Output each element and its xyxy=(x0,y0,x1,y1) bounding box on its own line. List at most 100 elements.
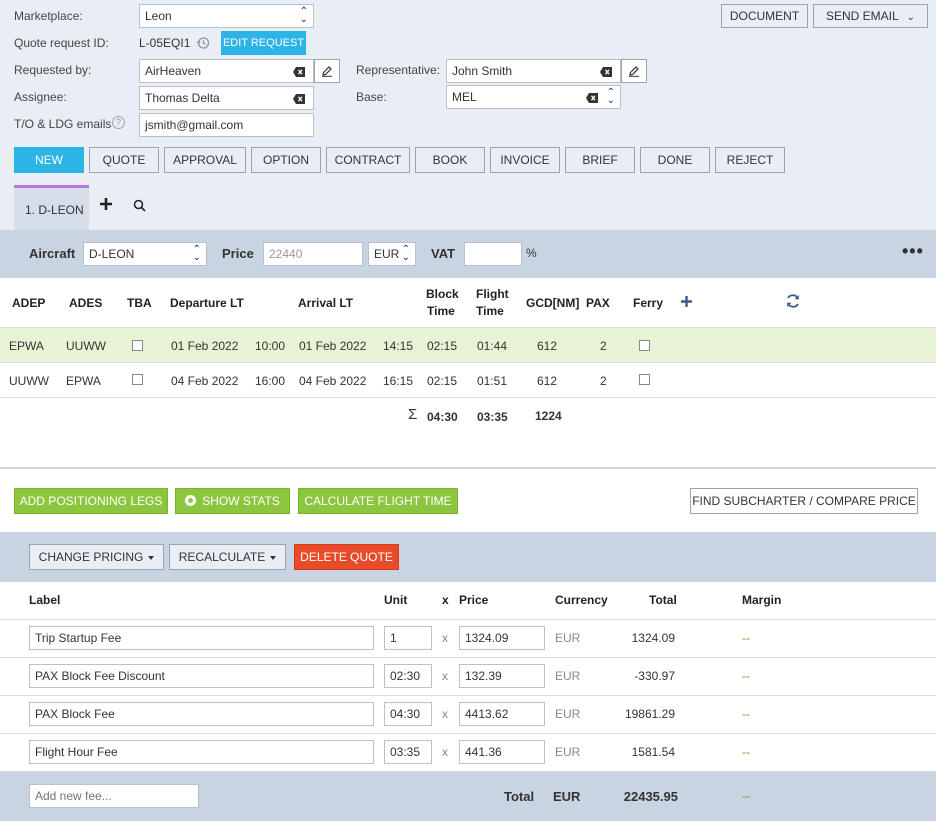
edit-representative-button[interactable] xyxy=(621,59,647,83)
base-select[interactable]: MEL ⌃ ⌄ xyxy=(446,85,621,109)
representative-field[interactable]: John Smith xyxy=(446,59,621,83)
send-email-label: SEND EMAIL xyxy=(826,9,899,23)
select-arrows-icon: ⌃ ⌄ xyxy=(606,87,615,106)
status-approval-button[interactable]: APPROVAL xyxy=(164,147,246,173)
tba-checkbox[interactable] xyxy=(132,374,143,385)
fee-col-currency: Currency xyxy=(555,593,608,607)
status-quote-button[interactable]: QUOTE xyxy=(89,147,159,173)
send-email-button[interactable]: SEND EMAIL ⌄ xyxy=(813,4,928,28)
ferry-checkbox[interactable] xyxy=(639,374,650,385)
sum-icon: Σ xyxy=(408,406,418,423)
select-arrows-icon: ⌃ ⌄ xyxy=(192,244,201,263)
help-icon[interactable]: ? xyxy=(112,116,125,129)
aircraft-select[interactable]: D-LEON ⌃ ⌄ xyxy=(83,242,207,266)
leg-arr-time: 16:15 xyxy=(383,374,414,388)
search-icon[interactable] xyxy=(133,199,146,215)
edit-requester-button[interactable] xyxy=(314,59,340,83)
price-label: Price xyxy=(222,246,254,261)
col-ferry: Ferry xyxy=(633,296,664,310)
recalculate-button[interactable]: RECALCULATE xyxy=(169,544,286,570)
edit-request-button[interactable]: EDIT REQUEST xyxy=(221,31,306,55)
fee-col-unit: Unit xyxy=(384,593,408,607)
caret-down-icon xyxy=(270,555,277,560)
refresh-icon[interactable] xyxy=(785,293,801,312)
leg-dep-date: 04 Feb 2022 xyxy=(171,374,239,388)
status-new-button[interactable]: NEW xyxy=(14,147,84,173)
fee-price-input[interactable]: 441.36 xyxy=(459,740,545,764)
add-positioning-legs-button[interactable]: ADD POSITIONING LEGS xyxy=(14,488,168,514)
more-options-icon[interactable]: ••• xyxy=(902,242,924,260)
footer-margin: -- xyxy=(742,789,750,803)
status-contract-button[interactable]: CONTRACT xyxy=(326,147,410,173)
tba-checkbox[interactable] xyxy=(132,340,143,351)
leg-row[interactable]: UUWW EPWA 04 Feb 2022 16:00 04 Feb 2022 … xyxy=(0,363,936,397)
tab-d-leon[interactable]: 1. D-LEON xyxy=(14,185,89,230)
show-stats-button[interactable]: SHOW STATS xyxy=(175,488,290,514)
leg-row[interactable]: EPWA UUWW 01 Feb 2022 10:00 01 Feb 2022 … xyxy=(0,328,936,362)
fee-currency: EUR xyxy=(555,631,581,645)
status-done-button[interactable]: DONE xyxy=(640,147,710,173)
col-departure: Departure LT xyxy=(170,296,244,310)
col-block-time-1: Block xyxy=(426,287,459,301)
fee-margin: -- xyxy=(742,707,750,721)
fee-price-input[interactable]: 132.39 xyxy=(459,664,545,688)
add-fee-input[interactable] xyxy=(29,784,199,808)
clear-icon[interactable] xyxy=(293,66,305,77)
history-icon[interactable] xyxy=(196,36,210,53)
fee-multiply: x xyxy=(442,669,448,683)
emails-label: T/O & LDG emails xyxy=(14,117,112,131)
emails-field[interactable]: jsmith@gmail.com xyxy=(139,113,314,137)
fee-row: PAX Block Fee Discount 02:30 x 132.39 EU… xyxy=(0,658,936,695)
col-tba: TBA xyxy=(127,296,152,310)
leg-arr-date: 01 Feb 2022 xyxy=(299,339,367,353)
ferry-checkbox[interactable] xyxy=(639,340,650,351)
status-book-button[interactable]: BOOK xyxy=(415,147,485,173)
marketplace-label: Marketplace: xyxy=(14,9,83,23)
add-tab-icon[interactable] xyxy=(99,197,113,214)
fee-label-input[interactable]: PAX Block Fee xyxy=(29,702,374,726)
marketplace-value: Leon xyxy=(145,9,172,23)
status-brief-button[interactable]: BRIEF xyxy=(565,147,635,173)
select-arrows-icon: ⌃ ⌄ xyxy=(401,244,410,263)
clear-icon[interactable] xyxy=(586,92,598,103)
fee-label-input[interactable]: PAX Block Fee Discount xyxy=(29,664,374,688)
calculate-flight-time-button[interactable]: CALCULATE FLIGHT TIME xyxy=(298,488,458,514)
document-button[interactable]: DOCUMENT xyxy=(721,4,808,28)
status-option-button[interactable]: OPTION xyxy=(251,147,321,173)
clear-icon[interactable] xyxy=(293,93,305,104)
total-flight-time: 03:35 xyxy=(477,410,508,424)
fee-price-input[interactable]: 1324.09 xyxy=(459,626,545,650)
delete-quote-button[interactable]: DELETE QUOTE xyxy=(294,544,399,570)
clear-icon[interactable] xyxy=(600,66,612,77)
fee-unit-input[interactable]: 02:30 xyxy=(384,664,432,688)
price-placeholder: 22440 xyxy=(269,247,303,261)
fee-unit-input[interactable]: 03:35 xyxy=(384,740,432,764)
fee-unit-input[interactable]: 1 xyxy=(384,626,432,650)
tab-label: 1. D-LEON xyxy=(25,203,84,217)
currency-select[interactable]: EUR ⌃ ⌄ xyxy=(368,242,416,266)
divider xyxy=(0,397,936,398)
vat-input[interactable] xyxy=(464,242,522,266)
price-input[interactable]: 22440 xyxy=(263,242,363,266)
add-leg-icon[interactable] xyxy=(680,295,693,311)
status-invoice-button[interactable]: INVOICE xyxy=(490,147,560,173)
marketplace-select[interactable]: Leon ⌃ ⌄ xyxy=(139,4,314,28)
status-reject-button[interactable]: REJECT xyxy=(715,147,785,173)
fee-label-input[interactable]: Trip Startup Fee xyxy=(29,626,374,650)
col-ades: ADES xyxy=(69,296,103,310)
assignee-field[interactable]: Thomas Delta xyxy=(139,86,314,110)
fee-col-total: Total xyxy=(649,593,677,607)
caret-down-icon xyxy=(148,555,155,560)
fee-price-input[interactable]: 4413.62 xyxy=(459,702,545,726)
leg-adep: EPWA xyxy=(9,339,44,353)
fee-label-input[interactable]: Flight Hour Fee xyxy=(29,740,374,764)
fee-multiply: x xyxy=(442,631,448,645)
requested-by-field[interactable]: AirHeaven xyxy=(139,59,314,83)
fee-margin: -- xyxy=(742,745,750,759)
total-block-time: 04:30 xyxy=(427,410,458,424)
leg-arr-date: 04 Feb 2022 xyxy=(299,374,367,388)
fee-col-label: Label xyxy=(29,593,61,607)
fee-unit-input[interactable]: 04:30 xyxy=(384,702,432,726)
find-subcharter-button[interactable]: FIND SUBCHARTER / COMPARE PRICE xyxy=(690,488,918,514)
change-pricing-button[interactable]: CHANGE PRICING xyxy=(29,544,164,570)
